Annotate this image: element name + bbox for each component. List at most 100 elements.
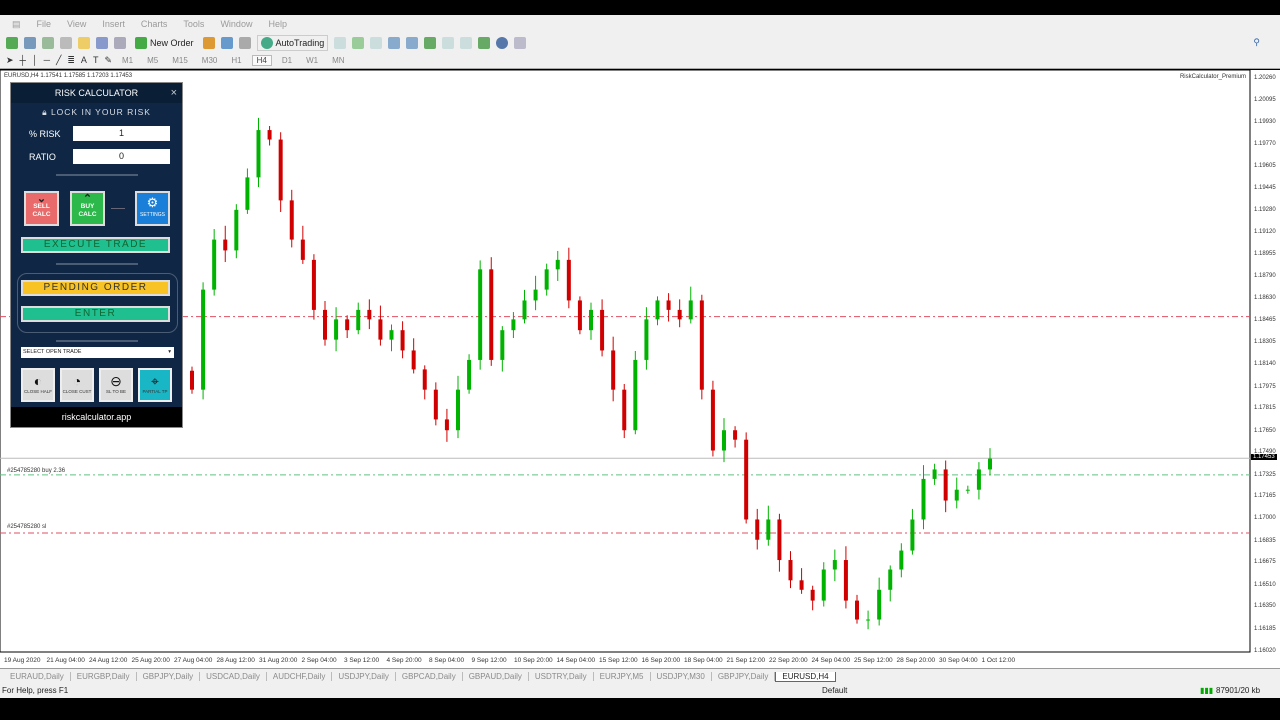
chart-tab[interactable]: USDJPY,M30: [651, 672, 712, 681]
chart-tab[interactable]: EURUSD,H4: [775, 671, 836, 682]
menu-bar: ▤ File View Insert Charts Tools Window H…: [0, 15, 1280, 33]
candle-body: [866, 619, 871, 621]
risk-input[interactable]: 1: [73, 126, 170, 141]
timeframe-h4[interactable]: H4: [251, 54, 272, 66]
lock-risk-toggle[interactable]: 🔒︎ LOCK IN YOUR RISK: [11, 107, 182, 118]
close-half-button[interactable]: ◐ CLOSE HALF: [21, 368, 55, 402]
chart-tab[interactable]: GBPAUD,Daily: [463, 672, 529, 681]
shapes-icon[interactable]: ✎: [104, 55, 112, 66]
price-chart[interactable]: EURUSD,H4 1.17541 1.17585 1.17203 1.1745…: [0, 70, 1280, 668]
price-tick: 1.19930: [1254, 119, 1276, 126]
timeframe-m15[interactable]: M15: [168, 56, 192, 65]
autotrading-button[interactable]: AutoTrading: [256, 34, 329, 51]
vertical-line-icon[interactable]: │: [32, 55, 38, 65]
time-tick: 4 Sep 20:00: [386, 657, 422, 664]
text-icon[interactable]: A: [81, 55, 87, 65]
enter-button[interactable]: ENTER: [21, 306, 170, 322]
execute-trade-button[interactable]: EXECUTE TRADE: [21, 237, 170, 253]
chart-tab[interactable]: AUDCHF,Daily: [267, 672, 333, 681]
candle-body: [256, 130, 261, 178]
menu-window[interactable]: Window: [212, 19, 260, 29]
data-window-icon[interactable]: [60, 36, 72, 49]
panel-title-bar[interactable]: RISK CALCULATOR ×: [11, 83, 182, 103]
market-watch-icon[interactable]: [42, 36, 54, 49]
bar-chart-icon[interactable]: [334, 36, 347, 49]
chart-tab[interactable]: EURJPY,M5: [594, 672, 651, 681]
candlestick-icon[interactable]: [352, 36, 365, 49]
chart-tab[interactable]: USDTRY,Daily: [529, 672, 594, 681]
tile-windows-icon[interactable]: [424, 36, 437, 49]
menu-insert[interactable]: Insert: [94, 19, 133, 29]
half-circle-icon: ◐: [33, 373, 43, 389]
strategy-tester-icon[interactable]: [114, 36, 126, 49]
candle-body: [943, 469, 948, 501]
chart-tab[interactable]: EURGBP,Daily: [71, 672, 137, 681]
status-bar: For Help, press F1 Default ▮▮▮ 87901/20 …: [0, 684, 1280, 698]
options-icon[interactable]: [220, 36, 233, 49]
price-tick: 1.16835: [1254, 537, 1276, 544]
cursor-icon[interactable]: ➤: [6, 55, 14, 66]
profiles-icon[interactable]: [24, 36, 36, 49]
website-link[interactable]: riskcalculator.app: [11, 407, 182, 427]
price-tick: 1.16510: [1254, 581, 1276, 588]
timeframe-h1[interactable]: H1: [227, 56, 245, 65]
indicators-icon[interactable]: [478, 36, 491, 49]
partial-tp-button[interactable]: ⌖ PARTIAL TP: [138, 368, 172, 402]
time-tick: 1 Oct 12:00: [981, 657, 1016, 664]
horizontal-line-icon[interactable]: ─: [44, 55, 50, 65]
candle-body: [378, 319, 383, 340]
price-tick: 1.18305: [1254, 339, 1276, 346]
pending-order-button[interactable]: PENDING ORDER: [21, 280, 170, 296]
chart-tab[interactable]: USDCAD,Daily: [200, 672, 267, 681]
chart-shift-icon[interactable]: [460, 36, 473, 49]
timeframe-mn[interactable]: MN: [328, 56, 348, 65]
timeframe-m30[interactable]: M30: [198, 56, 222, 65]
candle-body: [788, 560, 793, 581]
chart-tab[interactable]: EURAUD,Daily: [4, 672, 71, 681]
menu-view[interactable]: View: [59, 19, 94, 29]
timeframe-d1[interactable]: D1: [278, 56, 296, 65]
crosshair-icon[interactable]: ┼: [20, 55, 26, 65]
metaeditor-icon[interactable]: [202, 36, 215, 49]
chart-tab[interactable]: GBPCAD,Daily: [396, 672, 463, 681]
menu-charts[interactable]: Charts: [133, 19, 176, 29]
sell-calc-button[interactable]: ⌄ SELL CALC: [24, 191, 59, 226]
menu-help[interactable]: Help: [260, 19, 295, 29]
auto-scroll-icon[interactable]: [442, 36, 455, 49]
periods-icon[interactable]: [496, 36, 509, 49]
time-tick: 28 Sep 20:00: [896, 657, 936, 664]
timeframe-w1[interactable]: W1: [302, 56, 322, 65]
timeframe-m5[interactable]: M5: [143, 56, 162, 65]
new-order-button[interactable]: New Order: [132, 36, 197, 50]
menu-file[interactable]: File: [29, 19, 60, 29]
traffic-status: 87901/20 kb: [1216, 686, 1261, 695]
navigator-icon[interactable]: [78, 36, 90, 49]
ratio-input[interactable]: 0: [73, 149, 170, 164]
terminal-icon[interactable]: [96, 36, 108, 49]
chart-tab[interactable]: USDJPY,Daily: [332, 672, 396, 681]
label-icon[interactable]: T: [93, 55, 99, 65]
menu-tools[interactable]: Tools: [175, 19, 212, 29]
candle-body: [223, 239, 228, 251]
close-custom-button[interactable]: ◔ CLOSE CUST: [60, 368, 94, 402]
trendline-icon[interactable]: ╱: [56, 55, 61, 66]
price-tick: 1.19445: [1254, 184, 1276, 191]
close-icon[interactable]: ×: [171, 83, 177, 103]
sl-to-be-button[interactable]: ⊖ SL TO BE: [99, 368, 133, 402]
zoom-out-icon[interactable]: [406, 36, 419, 49]
templates-icon[interactable]: [514, 36, 527, 49]
timeframe-m1[interactable]: M1: [118, 56, 137, 65]
chart-tab[interactable]: GBPJPY,Daily: [712, 672, 776, 681]
chart-tab[interactable]: GBPJPY,Daily: [137, 672, 201, 681]
buy-calc-button[interactable]: ⌃ BUY CALC: [70, 191, 105, 226]
select-open-trade-dropdown[interactable]: SELECT OPEN TRADE ▾: [21, 347, 174, 358]
signal-icon[interactable]: [238, 36, 251, 49]
candle-body: [666, 300, 671, 310]
search-icon[interactable]: ⚲: [1253, 37, 1260, 48]
settings-button[interactable]: ⚙ SETTINGS: [135, 191, 170, 226]
fibonacci-icon[interactable]: ≣: [67, 55, 75, 66]
chevron-up-icon: ⌃: [82, 193, 93, 205]
line-chart-icon[interactable]: [370, 36, 383, 49]
zoom-in-icon[interactable]: [388, 36, 401, 49]
new-chart-icon[interactable]: [6, 36, 18, 49]
